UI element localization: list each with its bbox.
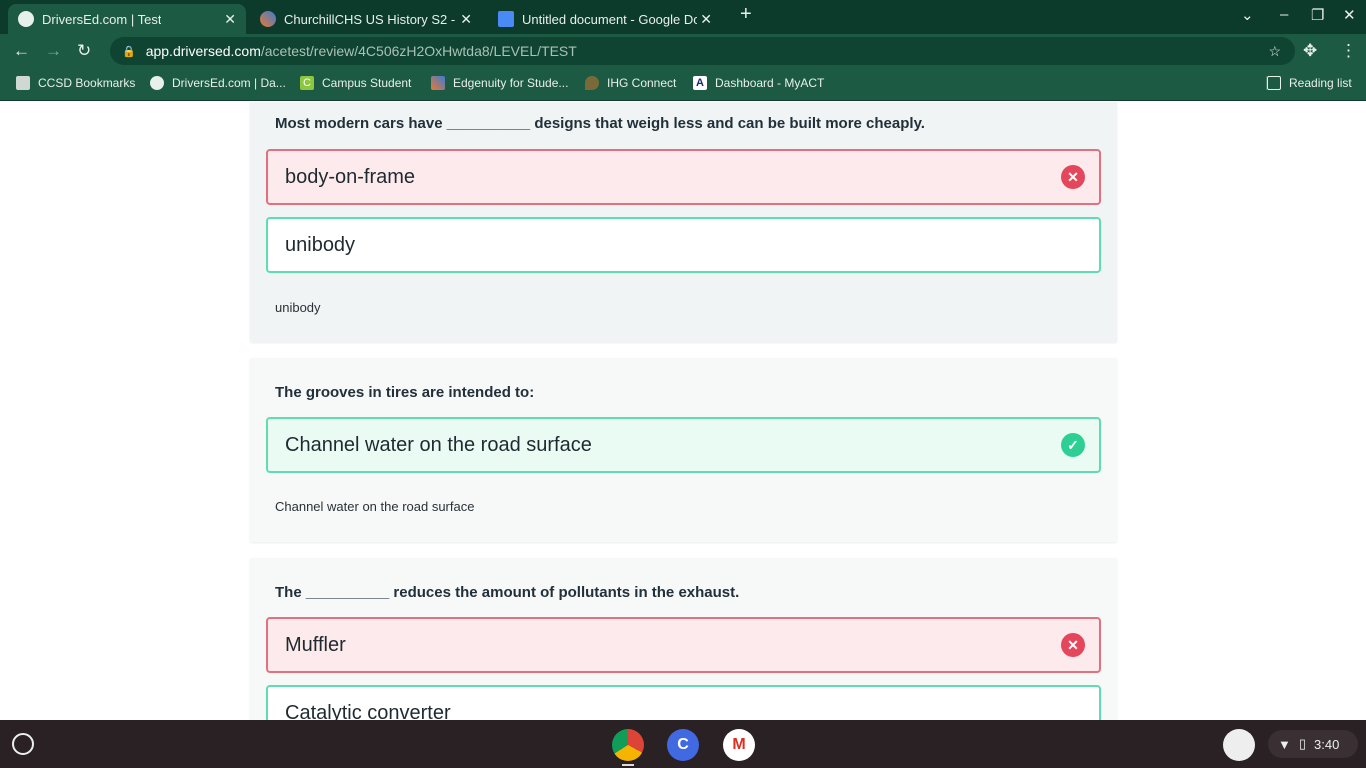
launcher-icon[interactable] bbox=[12, 733, 34, 755]
question-card: Most modern cars have __________ designs… bbox=[250, 102, 1117, 342]
tab-search-icon[interactable]: ⌄ bbox=[1241, 6, 1254, 24]
close-tab-icon[interactable]: ✕ bbox=[224, 11, 236, 28]
bookmark-ccsd[interactable]: CCSD Bookmarks bbox=[16, 76, 135, 90]
selected-answer: Muffler ✕ bbox=[266, 617, 1101, 673]
back-icon[interactable]: ← bbox=[13, 41, 30, 61]
check-icon: ✓ bbox=[1061, 433, 1085, 457]
reading-list-icon bbox=[1267, 76, 1281, 90]
tab-edgenuity[interactable]: ChurchillCHS US History S2 - Edgenuity ✕ bbox=[250, 4, 482, 34]
edgenuity-icon bbox=[260, 11, 276, 27]
close-window-button[interactable]: ✕ bbox=[1343, 6, 1356, 24]
question-card: The grooves in tires are intended to: Ch… bbox=[250, 358, 1117, 542]
status-tray[interactable]: ▼ ▯ 3:40 bbox=[1268, 730, 1358, 758]
taskbar: C M ▼ ▯ 3:40 bbox=[0, 720, 1366, 768]
new-tab-button[interactable]: + bbox=[740, 3, 752, 26]
globe-icon bbox=[18, 11, 34, 27]
address-bar[interactable]: 🔒 app.driversed.com/acetest/review/4C506… bbox=[110, 37, 1295, 65]
bookmarks-bar: CCSD Bookmarks DriversEd.com | Da... C Ca… bbox=[0, 68, 1366, 101]
bookmark-driversed[interactable]: DriversEd.com | Da... bbox=[150, 76, 286, 90]
battery-icon: ▯ bbox=[1298, 736, 1307, 751]
tab-driversed[interactable]: DriversEd.com | Test ✕ bbox=[8, 4, 246, 34]
campus-icon: C bbox=[300, 76, 314, 90]
forward-icon[interactable]: → bbox=[45, 41, 62, 61]
question-text: Most modern cars have __________ designs… bbox=[275, 115, 925, 132]
maximize-button[interactable]: ❐ bbox=[1311, 6, 1324, 24]
holding-space-icon[interactable] bbox=[1223, 729, 1255, 761]
selected-answer: body-on-frame ✕ bbox=[266, 149, 1101, 205]
bookmark-ihg[interactable]: IHG Connect bbox=[585, 76, 676, 90]
lock-icon: 🔒 bbox=[122, 45, 136, 58]
bookmark-edgenuity[interactable]: Edgenuity for Stude... bbox=[431, 76, 568, 90]
toolbar: ← → ↻ 🔒 app.driversed.com/acetest/review… bbox=[0, 34, 1366, 68]
edgenuity-icon bbox=[431, 76, 445, 90]
gmail-icon[interactable]: M bbox=[723, 729, 755, 761]
tab-strip: DriversEd.com | Test ✕ ChurchillCHS US H… bbox=[0, 0, 1366, 34]
active-indicator bbox=[622, 764, 634, 766]
selected-answer: Channel water on the road surface ✓ bbox=[266, 417, 1101, 473]
ihg-icon bbox=[585, 76, 599, 90]
minimize-button[interactable]: – bbox=[1280, 6, 1288, 23]
page-content: Most modern cars have __________ designs… bbox=[0, 102, 1366, 720]
question-text: The __________ reduces the amount of pol… bbox=[275, 584, 740, 601]
bookmark-myact[interactable]: A Dashboard - MyACT bbox=[693, 76, 824, 90]
bookmark-campus[interactable]: C Campus Student bbox=[300, 76, 411, 90]
act-icon: A bbox=[693, 76, 707, 90]
correct-answer: unibody bbox=[266, 217, 1101, 273]
explanation: Channel water on the road surface bbox=[275, 499, 475, 514]
incorrect-icon: ✕ bbox=[1061, 165, 1085, 189]
correct-answer: Catalytic converter bbox=[266, 685, 1101, 720]
docs-icon bbox=[498, 11, 514, 27]
reload-icon[interactable]: ↻ bbox=[77, 41, 91, 61]
explanation: unibody bbox=[275, 300, 321, 315]
close-tab-icon[interactable]: ✕ bbox=[460, 11, 472, 28]
folder-icon bbox=[16, 76, 30, 90]
close-tab-icon[interactable]: ✕ bbox=[700, 11, 712, 28]
question-card: The __________ reduces the amount of pol… bbox=[250, 558, 1117, 720]
wifi-icon: ▼ bbox=[1278, 736, 1291, 752]
extensions-icon[interactable]: ✥ bbox=[1303, 41, 1317, 61]
tab-google-docs[interactable]: Untitled document - Google Docs ✕ bbox=[488, 4, 722, 34]
menu-icon[interactable]: ⋮ bbox=[1340, 41, 1357, 61]
chrome-icon[interactable] bbox=[612, 729, 644, 761]
incorrect-icon: ✕ bbox=[1061, 633, 1085, 657]
reading-list[interactable]: Reading list bbox=[1266, 76, 1352, 90]
classlink-icon[interactable]: C bbox=[667, 729, 699, 761]
star-icon[interactable]: ☆ bbox=[1268, 43, 1281, 60]
globe-icon bbox=[150, 76, 164, 90]
question-text: The grooves in tires are intended to: bbox=[275, 384, 535, 401]
